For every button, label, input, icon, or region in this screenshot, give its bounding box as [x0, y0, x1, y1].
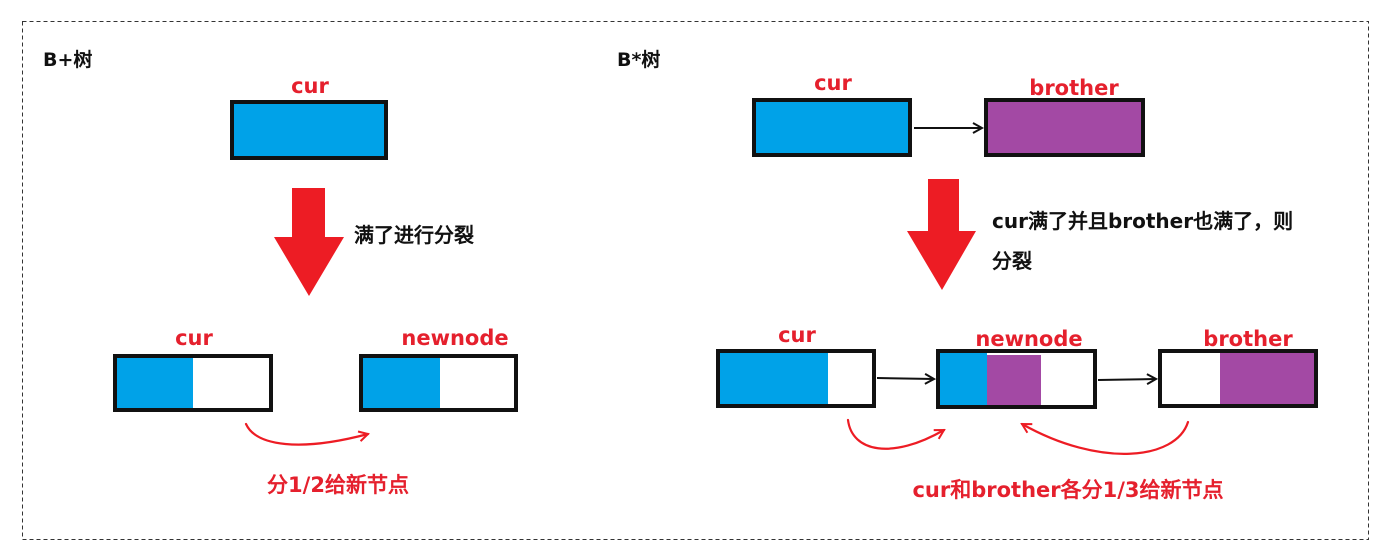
bplus-bottom-cur-node	[113, 354, 273, 412]
bstar-tree-panel: B*树 cur brother cur满了并且brother也满了，则 分裂 c…	[617, 48, 1318, 502]
bstar-link-cur-newnode-icon	[876, 378, 934, 379]
bstar-transfer-from-cur-arrow-icon	[846, 418, 944, 450]
bplus-transfer-caption: 分1/2给新节点	[267, 473, 409, 497]
bplus-top-cur-node	[230, 100, 388, 160]
bplus-bottom-cur-label: cur	[175, 326, 213, 350]
bplus-split-arrow-icon	[274, 188, 344, 296]
bstar-newnode	[936, 349, 1097, 409]
bplus-newnode	[359, 354, 518, 412]
bstar-link-newnode-brother-icon	[1097, 379, 1156, 380]
diagram-frame	[22, 21, 1369, 540]
bstar-transfer-from-brother-arrow-icon	[1022, 420, 1190, 455]
bplus-transfer-arrow-icon	[244, 422, 368, 446]
bstar-top-cur-node	[752, 98, 912, 157]
bstar-transfer-caption: cur和brother各分1/3给新节点	[912, 478, 1223, 502]
diagram-canvas: B+树 cur 满了进行分裂 cur newnode 分1/2给新节点 B*树	[22, 21, 1369, 540]
bplus-tree-panel: B+树 cur 满了进行分裂 cur newnode 分1/2给新节点	[43, 48, 518, 497]
bstar-bottom-brother-label: brother	[1203, 327, 1293, 351]
bstar-title: B*树	[617, 48, 660, 71]
bstar-split-caption-line2: 分裂	[992, 249, 1032, 273]
bstar-top-brother-node	[984, 98, 1145, 157]
bstar-top-brother-label: brother	[1029, 76, 1119, 100]
bstar-bottom-brother-node	[1158, 349, 1318, 408]
bstar-split-arrow-icon	[907, 179, 976, 290]
bstar-top-cur-label: cur	[814, 71, 852, 95]
bplus-split-caption: 满了进行分裂	[354, 223, 474, 247]
bstar-bottom-cur-label: cur	[778, 323, 816, 347]
bstar-split-caption-line1: cur满了并且brother也满了，则	[992, 209, 1293, 233]
bstar-newnode-label: newnode	[975, 327, 1082, 351]
bstar-bottom-cur-node	[716, 349, 876, 408]
bplus-title: B+树	[43, 48, 92, 71]
bplus-top-cur-label: cur	[291, 74, 329, 98]
bplus-newnode-label: newnode	[401, 326, 508, 350]
